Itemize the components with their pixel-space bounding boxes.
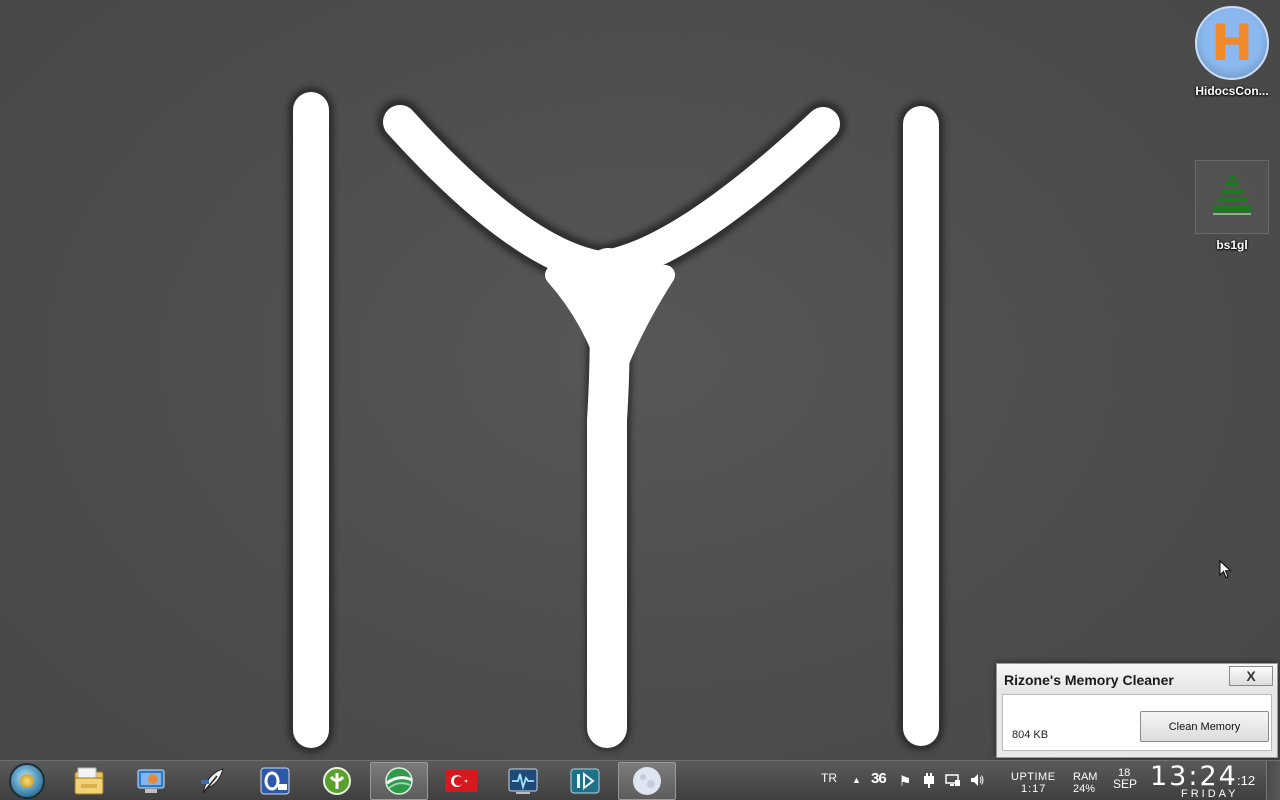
desktop-icon-bs1gl[interactable]: bs1gl <box>1190 160 1274 252</box>
taskbar-item-remote-desktop[interactable] <box>122 762 180 800</box>
taskbar-item-teal-media-app[interactable] <box>556 762 614 800</box>
ram-value: 24% <box>1073 783 1096 795</box>
file-explorer-icon <box>74 767 104 795</box>
desktop-icon-label: HidocsCon... <box>1195 84 1269 98</box>
opera-mail-icon <box>260 767 290 795</box>
moon-app-icon <box>633 767 661 795</box>
desktop-icon-hidocs[interactable]: H HidocsCon... <box>1190 6 1274 98</box>
feather-pen-icon <box>201 768 224 794</box>
memory-cleaner-title: Rizone's Memory Cleaner <box>1004 672 1174 688</box>
tray-number-badge[interactable]: 36 <box>871 771 887 786</box>
show-desktop-button[interactable] <box>1266 761 1280 800</box>
close-icon: X <box>1246 668 1256 684</box>
green-circle-app-icon <box>323 767 351 795</box>
start-button[interactable] <box>0 762 54 800</box>
taskbar-item-feather-pen[interactable] <box>184 762 242 800</box>
desktop[interactable]: H HidocsCon... bs1gl Rizone's Memory Cle… <box>0 0 1280 760</box>
network-icon[interactable] <box>944 772 962 790</box>
clock-time[interactable]: 13:24 <box>1150 763 1238 790</box>
desktop-icon-label: bs1gl <box>1216 238 1248 252</box>
volume-icon[interactable] <box>968 772 986 790</box>
system-monitor-icon <box>508 768 538 794</box>
taskbar-item-system-monitor[interactable] <box>494 762 552 800</box>
hidocs-app-icon: H <box>1195 6 1269 80</box>
power-plug-icon[interactable] <box>920 772 938 790</box>
taskbar: TR ▲ 36 ⚑ UPTIME 1:17 RAM 24% 18 SEP 13:… <box>0 760 1280 800</box>
ram-label: RAM <box>1073 771 1098 783</box>
language-indicator[interactable]: TR <box>821 772 837 784</box>
mouse-pointer-icon <box>1219 560 1232 579</box>
uptime-label: UPTIME <box>1011 771 1056 783</box>
taskbar-item-file-explorer[interactable] <box>60 762 118 800</box>
close-button[interactable]: X <box>1229 666 1273 686</box>
date-month: SEP <box>1113 777 1138 791</box>
wallpaper-logo-shape <box>293 92 939 748</box>
taskbar-item-green-circle-app[interactable] <box>308 762 366 800</box>
clean-memory-button[interactable]: Clean Memory <box>1140 711 1269 742</box>
memory-cleaner-window[interactable]: Rizone's Memory Cleaner X 804 KB Clean M… <box>996 663 1278 758</box>
remote-desktop-icon <box>137 769 165 793</box>
clock-weekday: FRIDAY <box>1181 788 1239 800</box>
clock-seconds: :12 <box>1237 773 1256 788</box>
turkey-flag-icon <box>445 770 477 792</box>
taskbar-item-opera-mail[interactable] <box>246 762 304 800</box>
green-globe-app-icon <box>385 767 413 795</box>
wallpaper-kayi-symbol <box>288 87 944 753</box>
start-orb-icon <box>9 763 45 799</box>
taskbar-item-turkey-flag[interactable] <box>432 762 490 800</box>
show-hidden-icons-arrow-icon[interactable]: ▲ <box>852 775 861 786</box>
action-center-flag-icon[interactable]: ⚑ <box>896 772 914 790</box>
memory-usage-value: 804 KB <box>1012 729 1049 741</box>
memory-cleaner-titlebar[interactable]: Rizone's Memory Cleaner X <box>997 664 1277 694</box>
green-stacked-tree-icon <box>1195 160 1269 234</box>
memory-cleaner-panel: 804 KB Clean Memory <box>1002 694 1272 751</box>
taskbar-item-green-globe-app[interactable] <box>370 762 428 800</box>
teal-media-app-icon <box>570 768 600 794</box>
uptime-value: 1:17 <box>1021 783 1047 795</box>
taskbar-item-moon-app[interactable] <box>618 762 676 800</box>
